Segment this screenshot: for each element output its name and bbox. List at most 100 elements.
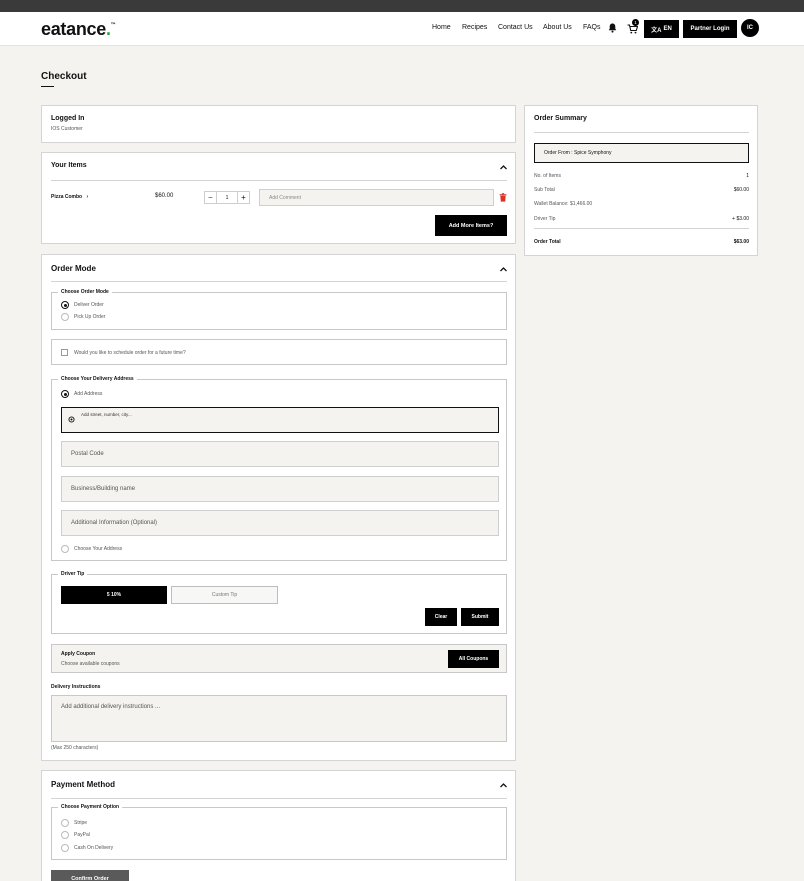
max-characters-note: (Max 250 characters): [51, 745, 99, 751]
cart-count-badge: 1: [632, 19, 639, 26]
pickup-order-label: Pick Up Order: [74, 314, 106, 320]
page-title: Checkout: [41, 71, 87, 82]
order-from-box: Order From : Spice Symphony: [534, 143, 749, 163]
cash-on-delivery-label: Cash On Delivery: [74, 845, 114, 851]
order-summary-card: Order Summary Order From : Spice Symphon…: [524, 105, 758, 256]
nav-home[interactable]: Home: [432, 24, 451, 31]
nav-contact-us[interactable]: Contact Us: [498, 24, 533, 31]
summary-row-total: Order Total $63.00: [534, 239, 749, 245]
payment-option-fieldset: Choose Payment Option Stripe PayPal Cash…: [51, 804, 507, 860]
payment-option-legend: Choose Payment Option: [58, 804, 123, 810]
title-underline: [41, 86, 54, 87]
delivery-address-legend: Choose Your Delivery Address: [58, 376, 137, 382]
nav-about-us[interactable]: About Us: [543, 24, 572, 31]
comment-input[interactable]: Add Comment: [259, 189, 494, 206]
schedule-label: Would you like to schedule order for a f…: [74, 350, 186, 356]
paypal-radio[interactable]: [61, 831, 69, 839]
add-address-radio[interactable]: [61, 390, 69, 398]
driver-tip-fieldset: Driver Tip 5 10% Custom Tip Clear Submit: [51, 571, 507, 634]
order-mode-legend: Choose Order Mode: [58, 289, 112, 295]
order-total-value: $63.00: [733, 239, 749, 245]
order-total-label: Order Total: [534, 239, 561, 245]
logo-trademark: ™: [110, 22, 116, 28]
pickup-order-radio[interactable]: [61, 313, 69, 321]
logged-in-card: Logged In IOS Customer: [41, 105, 516, 143]
tip-clear-button[interactable]: Clear: [425, 608, 457, 626]
order-summary-title: Order Summary: [534, 115, 587, 122]
street-placeholder: Add street, number, city...: [81, 412, 132, 417]
coupon-box: Apply Coupon Choose available coupons Al…: [51, 644, 507, 673]
chevron-up-icon[interactable]: [499, 781, 508, 790]
nav-recipes[interactable]: Recipes: [462, 24, 487, 31]
site-header: eatance.™ Home Recipes Contact Us About …: [0, 12, 804, 46]
divider: [51, 180, 507, 181]
additional-info-input[interactable]: Additional Information (Optional): [61, 510, 499, 536]
your-items-title: Your Items: [51, 162, 87, 169]
logged-in-title: Logged In: [51, 115, 85, 122]
add-more-items-button[interactable]: Add More Items?: [435, 215, 507, 236]
postal-code-input[interactable]: Postal Code: [61, 441, 499, 467]
cart-icon[interactable]: 1: [625, 19, 639, 35]
choose-address-label: Choose Your Address: [74, 546, 123, 552]
bell-icon[interactable]: [607, 23, 617, 33]
schedule-box: Would you like to schedule order for a f…: [51, 339, 507, 365]
quantity-stepper: – 1 +: [204, 191, 250, 204]
cash-on-delivery-radio[interactable]: [61, 844, 69, 852]
partner-login-button[interactable]: Partner Login: [683, 20, 737, 38]
delivery-instructions-textarea[interactable]: Add additional delivery instructions ...: [51, 695, 507, 742]
chevron-up-icon[interactable]: [499, 265, 508, 274]
language-label: EN: [663, 26, 672, 32]
building-name-input[interactable]: Business/Building name: [61, 476, 499, 502]
your-items-card: Your Items Pizza Combo › $60.00 – 1 + Ad…: [41, 152, 516, 244]
decrement-button[interactable]: –: [205, 192, 217, 203]
add-address-label: Add Address: [74, 391, 103, 397]
summary-row-label: No. of Items: [534, 173, 561, 179]
summary-row-label: Driver Tip: [534, 216, 556, 222]
custom-tip-button[interactable]: Custom Tip: [171, 586, 278, 604]
logo-dot: .: [105, 19, 111, 39]
summary-row-value: $60.00: [733, 187, 749, 193]
translate-icon: 文A: [651, 27, 662, 34]
payment-method-title: Payment Method: [51, 780, 116, 789]
avatar[interactable]: IC: [741, 19, 759, 37]
browser-top-bar: [0, 0, 804, 12]
trash-icon[interactable]: [499, 193, 507, 202]
order-mode-card: Order Mode Choose Order Mode Deliver Ord…: [41, 254, 516, 761]
tip-submit-button[interactable]: Submit: [461, 608, 499, 626]
order-mode-title: Order Mode: [51, 264, 96, 273]
coupon-subtitle: Choose available coupons: [61, 661, 120, 667]
delivery-instructions-placeholder: Add additional delivery instructions ...: [61, 704, 161, 710]
nav-faqs[interactable]: FAQs: [583, 24, 601, 31]
tip-option-selected[interactable]: 5 10%: [61, 586, 167, 604]
stripe-label: Stripe: [74, 820, 88, 826]
summary-row-value: 1: [746, 173, 749, 179]
chevron-up-icon[interactable]: [499, 163, 508, 172]
logged-in-subtitle: IOS Customer: [51, 126, 83, 132]
quantity-value[interactable]: 1: [217, 192, 237, 203]
schedule-checkbox[interactable]: [61, 349, 68, 356]
logo[interactable]: eatance.™: [41, 19, 116, 40]
all-coupons-button[interactable]: All Coupons: [448, 650, 499, 668]
divider: [534, 228, 749, 229]
choose-address-radio[interactable]: [61, 545, 69, 553]
street-input[interactable]: Add street, number, city...: [61, 407, 499, 433]
summary-row-items: No. of Items 1: [534, 173, 749, 179]
language-button[interactable]: 文A EN: [644, 20, 679, 38]
stripe-radio[interactable]: [61, 819, 69, 827]
summary-row-label: Wallet Balance: $1,466.00: [534, 201, 593, 207]
delivery-instructions-label: Delivery Instructions: [51, 684, 101, 690]
logo-text: eatance: [41, 19, 106, 39]
confirm-order-button[interactable]: Confirm Order: [51, 870, 129, 881]
divider: [51, 798, 507, 799]
item-name-label: Pizza Combo: [51, 194, 83, 200]
deliver-order-label: Deliver Order: [74, 302, 104, 308]
deliver-order-radio[interactable]: [61, 301, 69, 309]
order-mode-fieldset: Choose Order Mode Deliver Order Pick Up …: [51, 289, 507, 330]
item-name[interactable]: Pizza Combo ›: [51, 194, 88, 200]
summary-row-wallet: Wallet Balance: $1,466.00: [534, 201, 749, 207]
increment-button[interactable]: +: [237, 192, 249, 203]
divider: [51, 281, 507, 282]
delivery-address-fieldset: Choose Your Delivery Address Add Address…: [51, 376, 507, 561]
summary-row-value: + $3.00: [732, 216, 749, 222]
divider: [534, 132, 749, 133]
